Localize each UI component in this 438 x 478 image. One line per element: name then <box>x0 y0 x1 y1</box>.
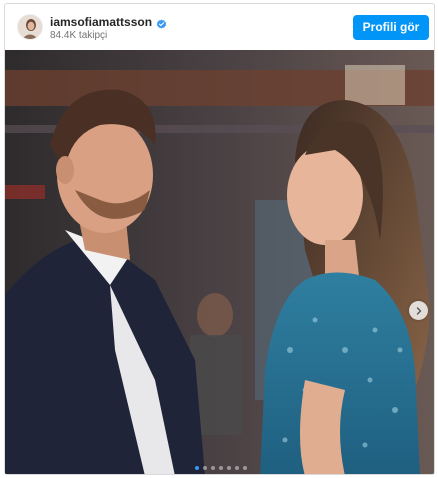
carousel-dot <box>202 466 207 470</box>
username-link[interactable]: iamsofiamattsson <box>50 15 152 29</box>
chevron-right-icon <box>415 306 423 315</box>
next-slide-button[interactable] <box>409 301 428 320</box>
carousel-dot <box>242 466 247 470</box>
carousel-dot <box>234 466 239 470</box>
post-header: iamsofiamattsson 84.4K takipçi Profili g… <box>5 4 434 50</box>
carousel-dot <box>218 466 223 470</box>
carousel-dot <box>226 466 231 470</box>
carousel-dot <box>194 466 199 470</box>
follower-count: 84.4K takipçi <box>50 30 108 41</box>
instagram-embed-card: iamsofiamattsson 84.4K takipçi Profili g… <box>4 3 435 475</box>
username-row: iamsofiamattsson <box>50 15 167 29</box>
post-photo[interactable] <box>5 50 434 474</box>
carousel-indicator <box>194 466 247 470</box>
view-profile-button[interactable]: Profili gör <box>353 15 429 40</box>
verified-badge-icon <box>156 17 167 29</box>
carousel-dot <box>210 466 215 470</box>
avatar[interactable] <box>17 14 43 40</box>
